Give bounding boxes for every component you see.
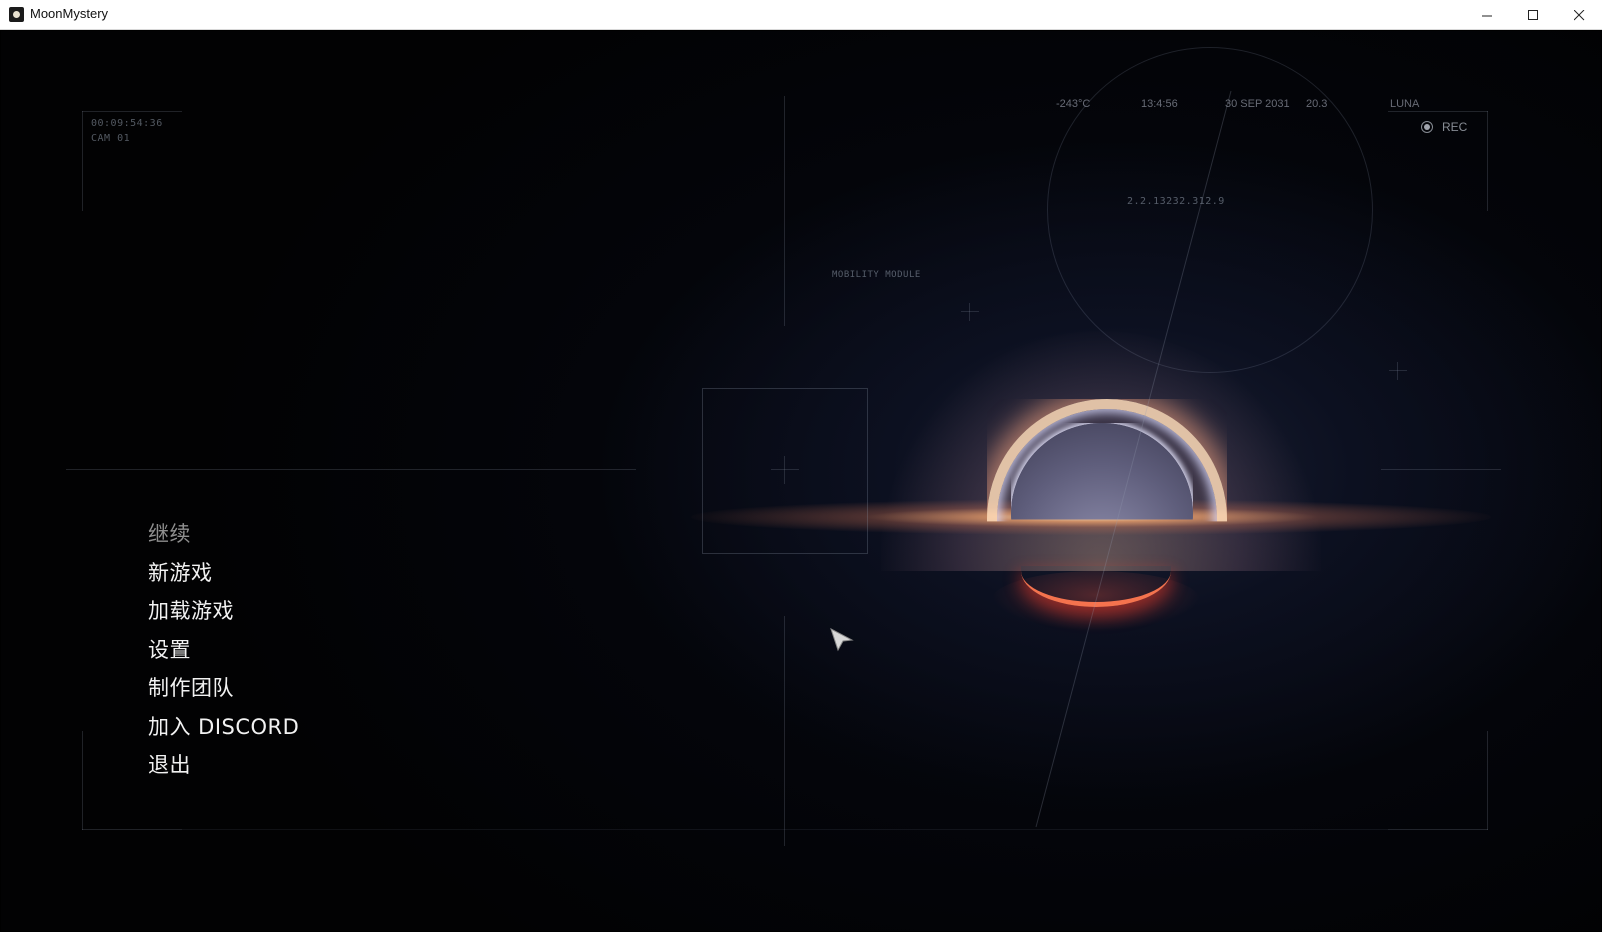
hud-date: 30 SEP 2031	[1225, 98, 1290, 110]
hud-cross	[1389, 370, 1407, 371]
target-reticle	[702, 388, 868, 554]
hud-value: 20.3	[1306, 98, 1328, 110]
hud-time: 13:4:56	[1141, 98, 1178, 110]
hud-module-label: MOBILITY MODULE	[832, 270, 921, 280]
hud-camera: CAM 01	[91, 133, 131, 144]
close-button[interactable]	[1556, 0, 1602, 30]
hud-corner	[1388, 111, 1488, 112]
hud-vertical-line	[784, 616, 785, 846]
hud-corner	[82, 111, 182, 112]
main-menu: 继续 新游戏 加载游戏 设置 制作团队 加入 DISCORD 退出	[148, 519, 299, 789]
hud-horizontal-line	[66, 469, 636, 470]
window-titlebar[interactable]: MoonMystery	[0, 0, 1602, 30]
hud-corner	[82, 731, 83, 830]
game-viewport[interactable]: 00:09:54:36 CAM 01 -243°C 13:4:56 30 SEP…	[1, 31, 1601, 931]
menu-quit[interactable]: 退出	[148, 750, 299, 789]
hud-cross	[1397, 362, 1398, 380]
hud-horizontal-line	[1381, 469, 1501, 470]
arrow-cursor-icon	[830, 628, 854, 652]
menu-new-game[interactable]: 新游戏	[148, 558, 299, 597]
maximize-icon	[1527, 9, 1538, 20]
hud-corner	[1388, 829, 1488, 830]
hud-corner	[82, 829, 182, 830]
hud-coordinates: 2.2.13232.312.9	[1127, 196, 1225, 207]
hud-corner	[1487, 731, 1488, 830]
maximize-button[interactable]	[1510, 0, 1556, 30]
hud-corner	[1487, 111, 1488, 211]
menu-load-game[interactable]: 加载游戏	[148, 596, 299, 635]
reticle-cross	[784, 456, 785, 484]
hud-temperature: -243°C	[1056, 98, 1091, 110]
hud-cross	[961, 311, 979, 312]
window-title: MoonMystery	[30, 6, 109, 21]
hud-location: LUNA	[1390, 98, 1420, 110]
hud-vertical-line	[784, 96, 785, 326]
menu-continue[interactable]: 继续	[148, 519, 299, 558]
menu-settings[interactable]: 设置	[148, 635, 299, 674]
rec-label: REC	[1442, 120, 1468, 134]
reticle-cross	[771, 469, 799, 470]
minimize-button[interactable]	[1464, 0, 1510, 30]
minimize-icon	[1481, 15, 1492, 16]
hud-cross	[969, 303, 970, 321]
moon-icon	[9, 7, 24, 22]
hud-timecode: 00:09:54:36	[91, 118, 163, 129]
menu-credits[interactable]: 制作团队	[148, 673, 299, 712]
record-dot-icon	[1421, 121, 1433, 133]
menu-join-discord[interactable]: 加入 DISCORD	[148, 712, 299, 751]
hud-corner	[82, 111, 83, 211]
close-icon	[1573, 9, 1584, 20]
